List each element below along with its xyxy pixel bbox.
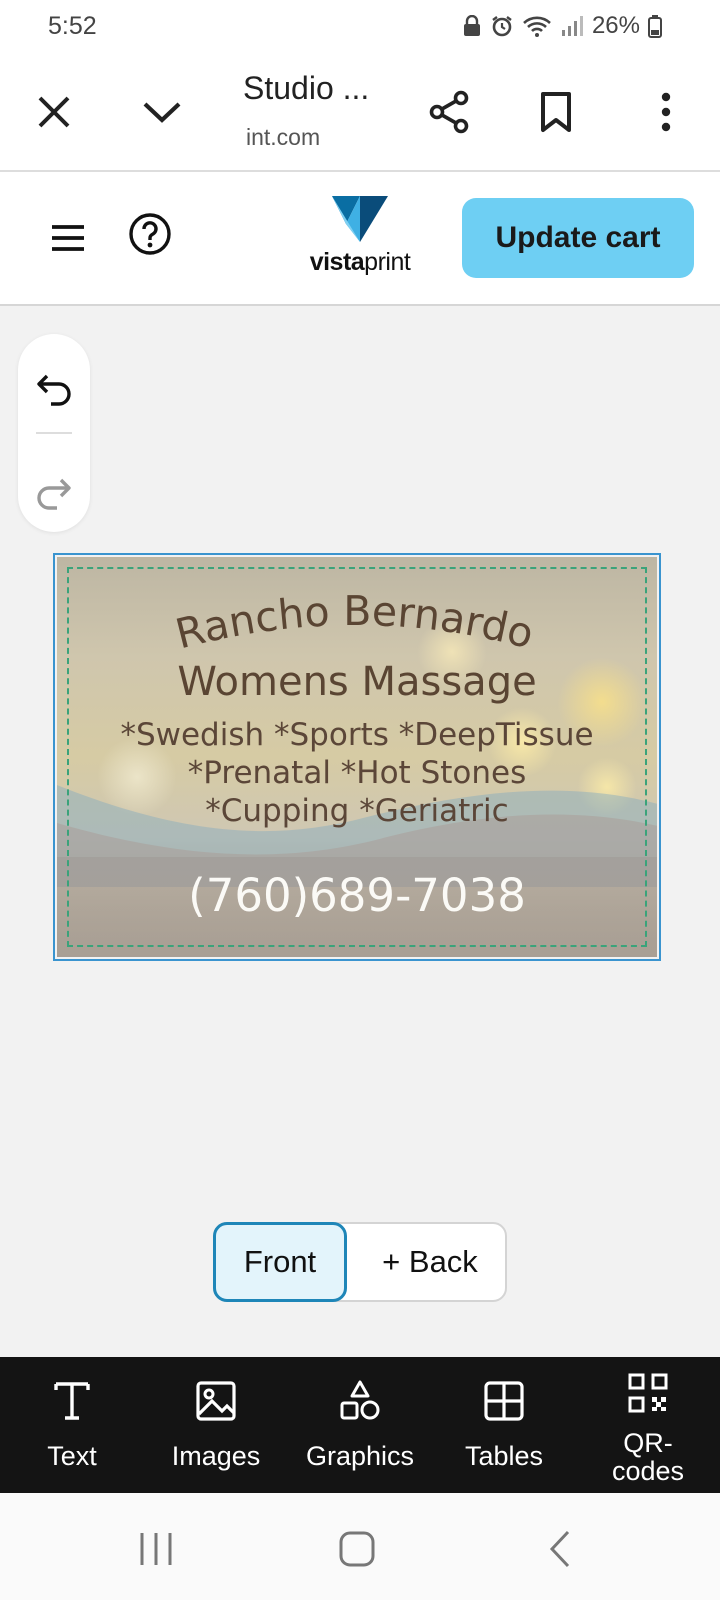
- images-tool-label: Images: [171, 1441, 261, 1471]
- battery-percent: 26%: [591, 12, 640, 39]
- wifi-icon: [523, 16, 551, 37]
- recent-apps-icon: [140, 1533, 172, 1565]
- text-icon: [54, 1382, 90, 1420]
- tables-tool-button[interactable]: Tables: [432, 1357, 576, 1493]
- shapes-icon: [340, 1380, 380, 1420]
- recent-apps-button[interactable]: [126, 1519, 186, 1579]
- card-service-line[interactable]: *Cupping *Geriatric: [57, 793, 657, 829]
- bookmark-icon: [541, 92, 571, 132]
- images-tool-button[interactable]: Images: [144, 1357, 288, 1493]
- logo-mark-icon: [332, 196, 388, 242]
- card-service-line[interactable]: *Swedish *Sports *DeepTissue: [57, 717, 657, 753]
- redo-button[interactable]: [24, 464, 84, 524]
- status-icons: 26%: [462, 12, 662, 40]
- card-line1: Rancho Bernardo: [171, 587, 539, 658]
- back-chevron-icon: [549, 1530, 570, 1568]
- browser-bar: Studio ... int.com: [0, 56, 720, 172]
- lock-icon: [463, 15, 480, 36]
- help-icon: [129, 213, 171, 255]
- design-canvas[interactable]: Rancho Bernardo Womens Massage *Swedish …: [53, 553, 661, 961]
- bottom-toolbar: Text Images Graphics Tables QR-codes: [0, 1357, 720, 1493]
- logo-text: vistaprint: [300, 248, 420, 277]
- qr-codes-label-line2: codes: [611, 1456, 685, 1486]
- card-headline-arc[interactable]: Rancho Bernardo: [57, 575, 657, 665]
- system-nav-bar: [0, 1493, 720, 1600]
- qr-codes-tool-label: QR-codes: [576, 1429, 720, 1485]
- logo-text-light: print: [364, 248, 411, 276]
- home-icon: [339, 1531, 375, 1567]
- card-service-line[interactable]: *Prenatal *Hot Stones: [57, 755, 657, 791]
- text-tool-label: Text: [47, 1441, 97, 1471]
- redo-icon: [37, 478, 71, 510]
- alarm-icon: [492, 16, 512, 37]
- back-button[interactable]: [530, 1519, 590, 1579]
- close-icon: [38, 96, 70, 128]
- table-icon: [484, 1381, 524, 1421]
- minimize-button[interactable]: [132, 82, 192, 142]
- home-button[interactable]: [327, 1519, 387, 1579]
- status-time: 5:52: [48, 12, 97, 40]
- page-url: int.com: [246, 124, 321, 150]
- hamburger-icon: [52, 225, 84, 251]
- undo-icon: [37, 374, 71, 406]
- signal-icon: [561, 16, 583, 36]
- vistaprint-logo[interactable]: vistaprint: [300, 194, 420, 284]
- battery-icon: [648, 15, 662, 38]
- logo-text-bold: vista: [309, 248, 365, 276]
- update-cart-button[interactable]: Update cart: [462, 198, 694, 278]
- image-icon: [196, 1381, 236, 1421]
- svg-text:Rancho Bernardo: Rancho Bernardo: [171, 587, 539, 658]
- tables-tool-label: Tables: [464, 1441, 544, 1471]
- more-vertical-icon: [661, 92, 671, 132]
- undo-redo-panel: [18, 334, 90, 532]
- add-back-side-button[interactable]: + Back: [355, 1224, 505, 1300]
- graphics-tool-button[interactable]: Graphics: [288, 1357, 432, 1493]
- side-toggle: Front + Back: [213, 1222, 507, 1302]
- text-tool-button[interactable]: Text: [0, 1357, 144, 1493]
- menu-button[interactable]: [36, 206, 100, 270]
- share-button[interactable]: [419, 82, 479, 142]
- qr-codes-label-line1: QR-: [623, 1428, 673, 1458]
- chevron-down-icon: [143, 102, 181, 123]
- card-phone[interactable]: (760)689-7038: [57, 869, 657, 922]
- share-icon: [429, 90, 469, 134]
- qr-codes-tool-button[interactable]: QR-codes: [576, 1357, 720, 1493]
- close-tab-button[interactable]: [24, 82, 84, 142]
- bookmark-button[interactable]: [526, 82, 586, 142]
- page-title: Studio ...: [243, 70, 370, 106]
- app-header: vistaprint Update cart: [0, 172, 720, 306]
- help-button[interactable]: [118, 202, 182, 266]
- status-bar: 5:52 26%: [0, 0, 720, 56]
- undo-button[interactable]: [24, 360, 84, 420]
- more-options-button[interactable]: [636, 82, 696, 142]
- card-line2[interactable]: Womens Massage: [57, 659, 657, 705]
- graphics-tool-label: Graphics: [305, 1441, 415, 1471]
- qr-code-icon: [628, 1373, 668, 1413]
- divider: [36, 432, 72, 434]
- front-side-button[interactable]: Front: [213, 1222, 347, 1302]
- business-card[interactable]: Rancho Bernardo Womens Massage *Swedish …: [57, 557, 657, 957]
